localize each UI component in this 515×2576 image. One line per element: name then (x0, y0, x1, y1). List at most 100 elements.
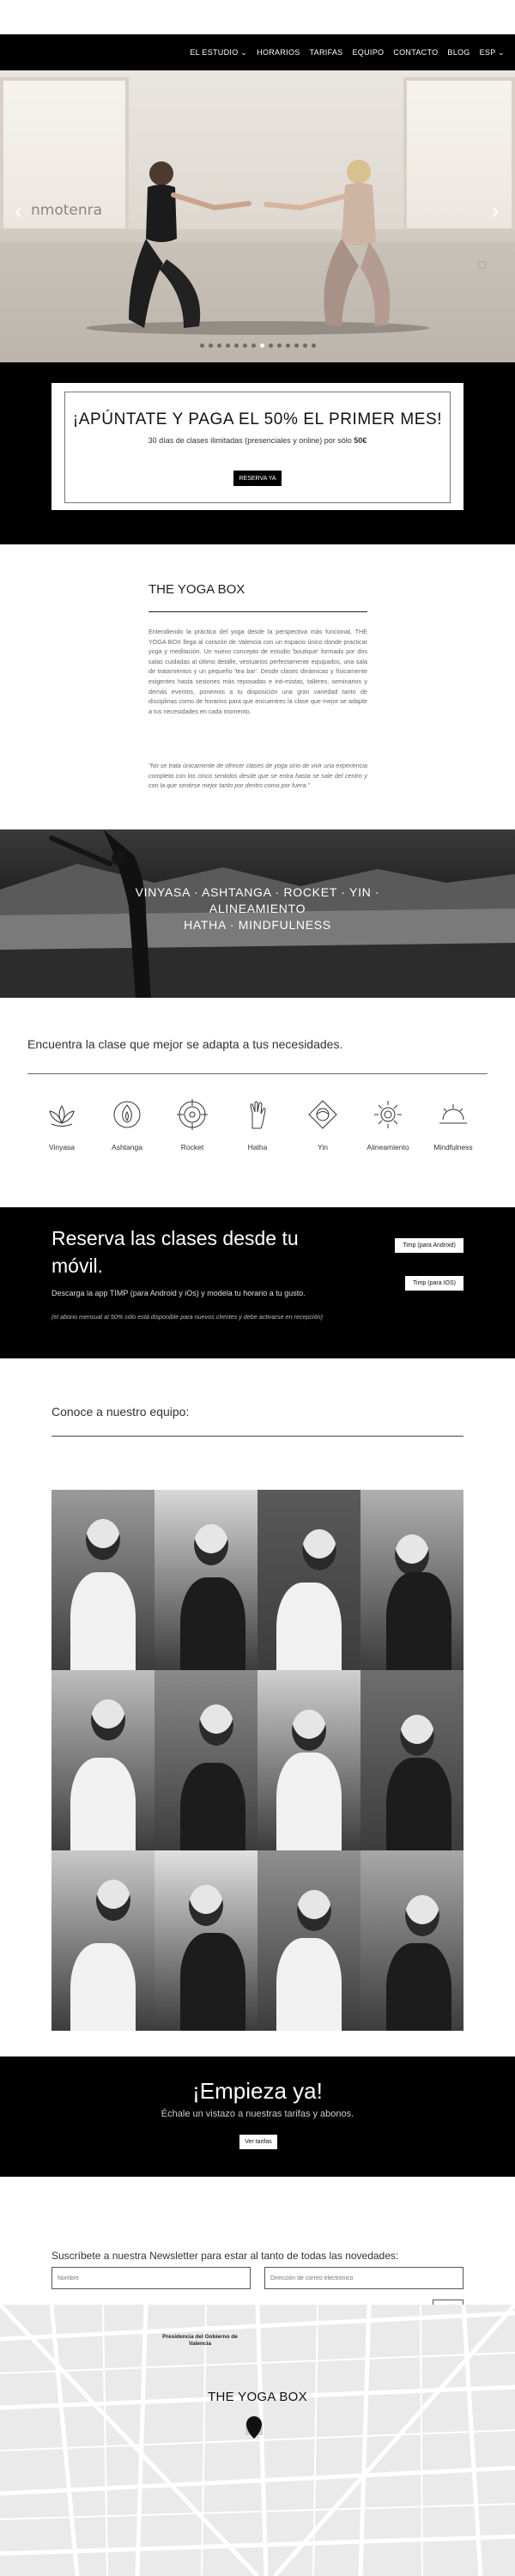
disciplines-line-3: HATHA · MINDFULNESS (184, 918, 331, 932)
slider-dot[interactable] (225, 343, 230, 348)
top-strip (0, 0, 515, 34)
slider-prev-arrow[interactable]: ‹ (14, 199, 22, 225)
view-prices-button[interactable]: Ver tarifas (239, 2135, 277, 2149)
slider-dot[interactable] (302, 343, 307, 348)
slider-next-arrow[interactable]: › (491, 199, 500, 225)
team-title: Conoce a nuestro equipo: (52, 1405, 190, 1419)
portrait-body (180, 1763, 245, 1850)
team-member-photo[interactable] (360, 1670, 464, 1850)
nav-item-equipo[interactable]: EQUIPO (353, 48, 385, 57)
class-label: Yin (318, 1143, 328, 1151)
wall-outlet (478, 261, 486, 269)
newsletter-name-input[interactable] (52, 2267, 251, 2289)
location-map[interactable]: Presidencia del Gobierno de Valencia (0, 2305, 515, 2576)
portrait-head (91, 1699, 125, 1741)
slider-dot[interactable] (233, 343, 239, 348)
yin-icon (308, 1100, 337, 1129)
nav-item-tarifas[interactable]: TARIFAS (310, 48, 343, 57)
ios-app-button[interactable]: Timp (para IOS) (405, 1276, 464, 1291)
team-member-photo[interactable] (258, 1490, 360, 1670)
about-title: THE YOGA BOX (148, 582, 245, 597)
team-member-photo[interactable] (52, 1490, 154, 1670)
newsletter-title: Suscríbete a nuestra Newsletter para est… (52, 2250, 399, 2262)
slider-dot[interactable] (259, 343, 264, 348)
cta-subtitle: Échale un vistazo a nuestras tarifas y a… (161, 2109, 354, 2119)
sun-icon (374, 1101, 402, 1128)
class-label: Hatha (247, 1143, 268, 1151)
class-item-alineamiento[interactable]: Alineamiento (360, 1097, 415, 1154)
disciplines-list: VINYASA · ASHTANGA · ROCKET · YIN · ALIN… (52, 884, 464, 933)
promo-card-border (64, 392, 451, 503)
portrait-body (276, 1753, 342, 1850)
portrait-body (276, 1583, 342, 1670)
class-item-yin[interactable]: Yin (295, 1097, 350, 1154)
nav-item-horarios[interactable]: HORARIOS (257, 48, 300, 57)
nav-item-blog[interactable]: BLOG (447, 48, 470, 57)
newsletter-email-input[interactable] (264, 2267, 464, 2289)
class-label: Alineamiento (367, 1143, 409, 1151)
slider-dot[interactable] (216, 343, 221, 348)
slider-dot[interactable] (311, 343, 316, 348)
portrait-head (302, 1529, 336, 1571)
slider-dot[interactable] (268, 343, 273, 348)
portrait-body (276, 1938, 342, 2031)
classes-list: Vinyasa Ashtanga Rocket Hatha Yin Alinea… (34, 1097, 481, 1154)
portrait-head (395, 1534, 429, 1576)
nav-item-contacto[interactable]: CONTACTO (393, 48, 438, 57)
nav-menu: EL ESTUDIO ⌄ HORARIOS TARIFAS EQUIPO CON… (190, 34, 505, 70)
reserve-button[interactable]: RESERVA YA (233, 471, 282, 486)
nav-item-estudio[interactable]: EL ESTUDIO ⌄ (190, 48, 247, 58)
about-paragraph: Entendiendo la práctica del yoga desde l… (148, 628, 367, 715)
slider-dot[interactable] (285, 343, 290, 348)
team-grid (52, 1490, 464, 2031)
promo-subtitle-text: 30 días de clases ilimitadas (presencial… (148, 436, 354, 445)
portrait-body (70, 1572, 136, 1670)
class-item-ashtanga[interactable]: Ashtanga (100, 1097, 154, 1154)
lotus-icon (49, 1105, 75, 1127)
app-description: Descarga la app TIMP (para Android y iOs… (52, 1289, 306, 1297)
team-member-photo[interactable] (360, 1490, 464, 1670)
classes-divider (27, 1073, 488, 1074)
team-member-photo[interactable] (154, 1850, 258, 2031)
team-member-photo[interactable] (52, 1850, 154, 2031)
promo-price: 50€ (354, 436, 367, 445)
team-member-photo[interactable] (258, 1670, 360, 1850)
class-label: Rocket (180, 1143, 204, 1151)
disciplines-banner: VINYASA · ASHTANGA · ROCKET · YIN · ALIN… (0, 829, 515, 998)
slider-dot[interactable] (199, 343, 204, 348)
team-member-photo[interactable] (154, 1490, 258, 1670)
portrait-head (86, 1519, 120, 1560)
main-nav: EL ESTUDIO ⌄ HORARIOS TARIFAS EQUIPO CON… (0, 34, 515, 70)
class-item-vinyasa[interactable]: Vinyasa (34, 1097, 89, 1154)
team-member-photo[interactable] (52, 1670, 154, 1850)
class-label: Ashtanga (112, 1143, 142, 1151)
team-member-photo[interactable] (360, 1850, 464, 2031)
slider-dot[interactable] (251, 343, 256, 348)
disciplines-line-2: ALINEAMIENTO (209, 902, 306, 915)
portrait-head (297, 1890, 331, 1931)
sunrise-icon (439, 1104, 467, 1124)
android-app-button[interactable]: Timp (para Android) (395, 1238, 464, 1253)
language-selector[interactable]: ESP ⌄ (480, 48, 505, 58)
portrait-body (386, 1943, 451, 2031)
map-poi-label: Presidencia del Gobierno de Valencia (162, 2334, 238, 2347)
class-item-mindfulness[interactable]: Mindfulness (426, 1097, 481, 1154)
portrait-head (194, 1524, 228, 1565)
slider-dot[interactable] (276, 343, 282, 348)
about-quote: "No se trata únicamente de ofrecer clase… (148, 762, 367, 790)
slider-dot[interactable] (294, 343, 299, 348)
portrait-body (386, 1758, 451, 1850)
team-member-photo[interactable] (154, 1670, 258, 1850)
app-note: (el abono mensual al 50% sólo está dispo… (52, 1313, 324, 1321)
portrait-body (70, 1943, 136, 2031)
slider-dot[interactable] (242, 343, 247, 348)
disciplines-line-1: VINYASA · ASHTANGA · ROCKET · YIN · (135, 885, 380, 899)
slider-dot[interactable] (208, 343, 213, 348)
classes-title: Encuentra la clase que mejor se adapta a… (27, 1037, 343, 1051)
portrait-head (292, 1710, 326, 1751)
team-member-photo[interactable] (258, 1850, 360, 2031)
portrait-head (189, 1885, 223, 1926)
class-item-rocket[interactable]: Rocket (165, 1097, 220, 1154)
portrait-body (386, 1572, 451, 1670)
class-item-hatha[interactable]: Hatha (230, 1097, 285, 1154)
